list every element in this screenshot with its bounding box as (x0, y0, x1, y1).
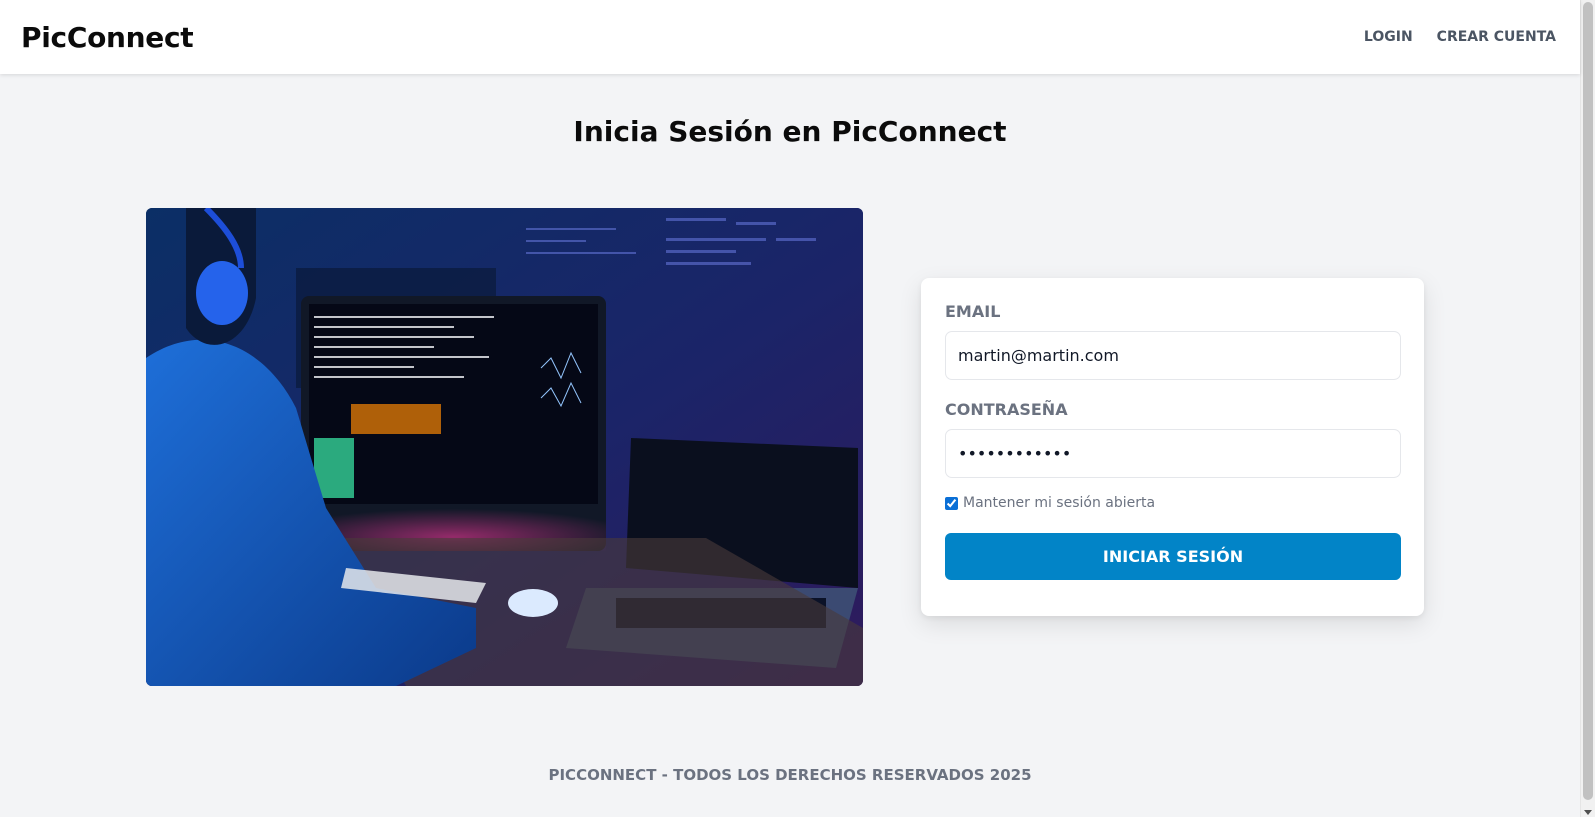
page-title: Inicia Sesión en PicConnect (573, 115, 1007, 148)
password-field[interactable] (945, 429, 1401, 478)
email-label: EMAIL (945, 302, 1001, 321)
site-header: PicConnect LOGIN CREAR CUENTA (0, 0, 1580, 74)
email-field[interactable] (945, 331, 1401, 380)
hero-image (146, 208, 863, 686)
password-label: CONTRASEÑA (945, 400, 1068, 419)
nav-create-account-link[interactable]: CREAR CUENTA (1437, 29, 1556, 45)
scroll-down-arrow-icon[interactable] (1584, 810, 1592, 815)
login-submit-button[interactable]: INICIAR SESIÓN (945, 533, 1401, 580)
site-logo[interactable]: PicConnect (21, 21, 194, 54)
scrollbar-thumb[interactable] (1583, 2, 1593, 800)
main-nav: LOGIN CREAR CUENTA (1364, 29, 1556, 45)
email-field-group: EMAIL (945, 302, 1401, 380)
page-scrollbar[interactable] (1580, 0, 1595, 817)
remember-me-label: Mantener mi sesión abierta (963, 495, 1156, 511)
remember-me-checkbox[interactable] (945, 496, 958, 510)
site-footer: PICCONNECT - TODOS LOS DERECHOS RESERVAD… (548, 766, 1032, 784)
developer-at-computer-photo-icon (146, 208, 863, 686)
password-field-group: CONTRASEÑA (945, 400, 1401, 478)
remember-me-row[interactable]: Mantener mi sesión abierta (945, 495, 1400, 511)
nav-login-link[interactable]: LOGIN (1364, 29, 1413, 45)
login-form: EMAIL CONTRASEÑA Mantener mi sesión abie… (921, 278, 1424, 616)
